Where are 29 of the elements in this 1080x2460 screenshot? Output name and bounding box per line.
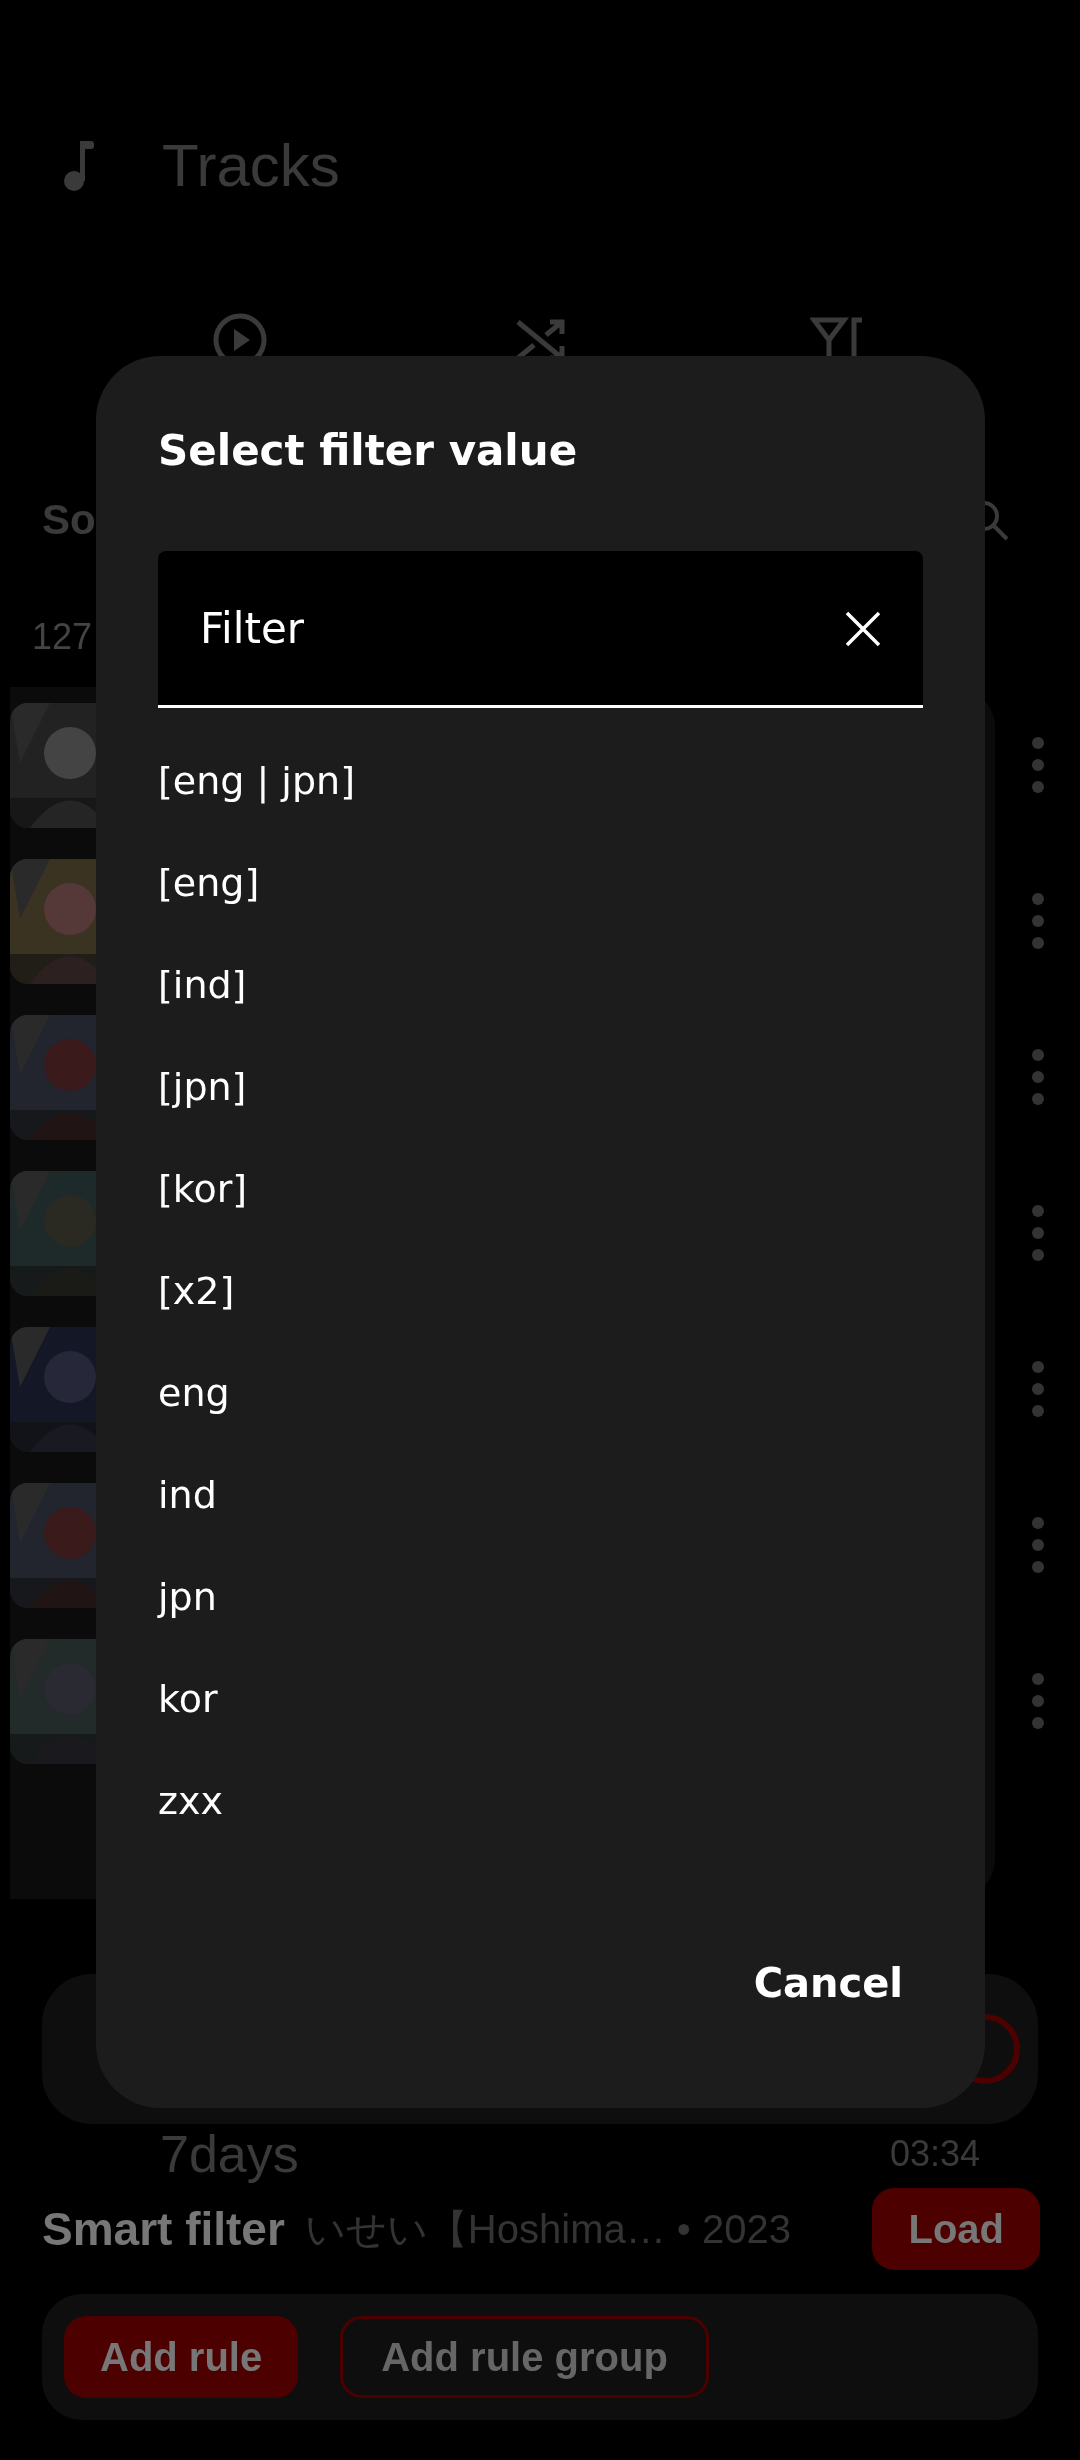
option-item[interactable]: [eng | jpn] (158, 730, 923, 832)
load-button[interactable]: Load (872, 2188, 1040, 2270)
page-title: Tracks (162, 130, 340, 200)
filter-field[interactable]: Filter (158, 551, 923, 708)
more-icon[interactable] (1031, 1203, 1045, 1263)
track-duration: 03:34 (889, 2133, 980, 2175)
option-item[interactable]: [ind] (158, 934, 923, 1036)
option-item[interactable]: jpn (158, 1546, 923, 1648)
add-rule-button[interactable]: Add rule (64, 2316, 299, 2398)
more-icon[interactable] (1031, 1671, 1045, 1731)
dialog-title: Select filter value (158, 426, 579, 475)
option-item[interactable]: [eng] (158, 832, 923, 934)
option-item[interactable]: [jpn] (158, 1036, 923, 1138)
more-icon[interactable] (1031, 735, 1045, 795)
option-item[interactable]: kor (158, 1648, 923, 1750)
cancel-button[interactable]: Cancel (733, 1943, 923, 2023)
option-item[interactable]: [kor] (158, 1138, 923, 1240)
track-title: 7days (160, 2124, 299, 2184)
more-icon[interactable] (1031, 891, 1045, 951)
option-item[interactable]: eng (158, 1342, 923, 1444)
option-item[interactable]: ind (158, 1444, 923, 1546)
close-icon[interactable] (845, 611, 881, 647)
more-icon[interactable] (1031, 1047, 1045, 1107)
option-item[interactable]: [x2] (158, 1240, 923, 1342)
more-icon[interactable] (1031, 1515, 1045, 1575)
more-icon[interactable] (1031, 1359, 1045, 1419)
smart-filter-title: Smart filter (42, 2202, 285, 2256)
track-count: 127 (32, 616, 93, 658)
option-item[interactable]: zxx (158, 1750, 923, 1852)
